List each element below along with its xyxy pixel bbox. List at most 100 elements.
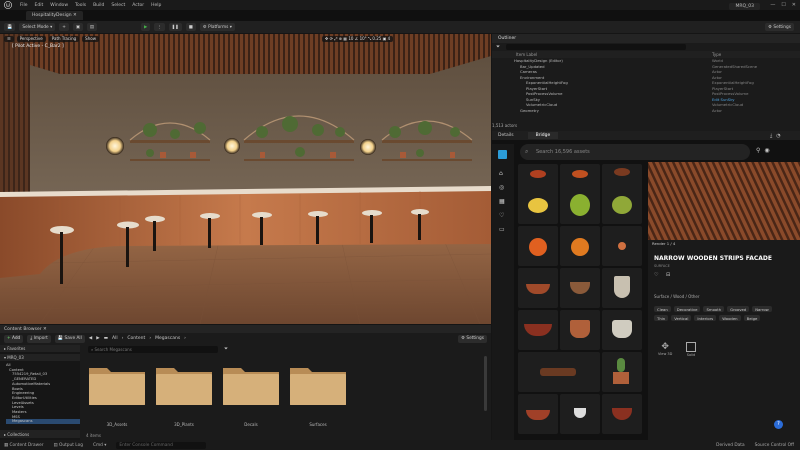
tag-chip[interactable]: Vertical: [671, 315, 692, 321]
level-tab[interactable]: HospitalityDesign ✕: [26, 11, 83, 20]
favorites-header[interactable]: ▸ Favorites: [0, 345, 80, 352]
tag-chip[interactable]: Decorative: [673, 306, 701, 312]
asset-tile[interactable]: [602, 268, 642, 308]
tag-chip[interactable]: Grooved: [727, 306, 750, 312]
filter-icon[interactable]: ⏷: [496, 44, 500, 50]
globe-icon[interactable]: ◎: [499, 184, 504, 191]
breadcrumb-all[interactable]: All: [112, 336, 118, 341]
asset-tile[interactable]: [602, 310, 642, 350]
tab-details[interactable]: Details: [498, 133, 514, 138]
outliner-search-input[interactable]: [506, 44, 687, 50]
unreal-logo-icon[interactable]: [3, 0, 13, 10]
source-control-button[interactable]: Source Control Off: [755, 443, 794, 448]
tab-bridge[interactable]: Bridge: [527, 132, 559, 139]
sequencer-icon[interactable]: ▤: [86, 23, 97, 31]
breadcrumb-megascans[interactable]: Megascans: [155, 336, 180, 341]
asset-tile[interactable]: [560, 226, 600, 266]
asset-tile[interactable]: [518, 268, 558, 308]
asset-tile[interactable]: [518, 184, 558, 224]
folder-tile[interactable]: [155, 364, 213, 406]
menu-edit[interactable]: Edit: [35, 3, 44, 8]
asset-tile[interactable]: [602, 352, 642, 392]
view-3d-button[interactable]: ✥ View 3D: [658, 342, 672, 356]
console-input[interactable]: Enter Console Command: [116, 441, 207, 449]
show-button[interactable]: Show: [82, 35, 99, 42]
tag-chip[interactable]: Interiors: [694, 315, 717, 321]
asset-tile[interactable]: [560, 310, 600, 350]
play-options-icon[interactable]: ⋮: [154, 23, 165, 31]
stop-icon[interactable]: ■: [185, 23, 196, 31]
viewport-menu-icon[interactable]: ☰: [4, 35, 14, 42]
column-type[interactable]: Type: [712, 52, 721, 57]
save-all-button[interactable]: 💾 Save All: [54, 334, 85, 343]
filter-icon[interactable]: ⏷: [224, 346, 228, 352]
tag-chip[interactable]: Beige: [743, 315, 761, 321]
asset-tile[interactable]: [518, 394, 558, 434]
favorite-icon[interactable]: ♡: [654, 272, 658, 278]
cmd-button[interactable]: Cmd ▾: [93, 443, 106, 448]
menu-select[interactable]: Select: [111, 3, 125, 8]
platforms-button[interactable]: ⚙ Platforms ▾: [199, 23, 235, 31]
blueprint-icon[interactable]: ▣: [72, 23, 83, 31]
content-drawer-button[interactable]: ▦ Content Drawer: [4, 443, 44, 448]
output-log-button[interactable]: ▤ Output Log: [54, 443, 83, 448]
tag-chip[interactable]: Wooden: [719, 315, 741, 321]
back-icon[interactable]: ◀: [89, 336, 92, 341]
add-button[interactable]: + Add: [4, 334, 24, 343]
content-browser-tab[interactable]: Content Browser ✕: [0, 325, 491, 333]
asset-tile[interactable]: [518, 226, 558, 266]
monitor-icon[interactable]: ▭: [499, 226, 505, 233]
tag-chip[interactable]: Thin: [654, 315, 669, 321]
minimize-icon[interactable]: —: [770, 2, 775, 8]
maximize-icon[interactable]: ☐: [781, 2, 785, 8]
tag-chip[interactable]: Clean: [654, 306, 671, 312]
transform-tools[interactable]: ✥ ⟳ ⤢ ⊕ ▦ 10 ∠ 10° ⤡ 0.25 ▣ 4: [321, 35, 394, 42]
asset-tile[interactable]: [602, 184, 642, 224]
pause-icon[interactable]: ❚❚: [168, 23, 182, 31]
settings-button[interactable]: ⚙ Settings: [765, 23, 794, 31]
menu-actor[interactable]: Actor: [132, 3, 144, 8]
asset-tile[interactable]: [560, 184, 600, 224]
perspective-button[interactable]: Perspective: [16, 35, 46, 42]
play-icon[interactable]: ▶: [140, 23, 151, 31]
asset-preview-image[interactable]: [648, 162, 800, 240]
folder-tile[interactable]: [88, 364, 146, 406]
tag-chip[interactable]: Smooth: [703, 306, 725, 312]
asset-tile[interactable]: [518, 352, 600, 392]
folder-tile[interactable]: [289, 364, 347, 406]
grid-icon[interactable]: ▦: [499, 198, 505, 205]
menu-tools[interactable]: Tools: [75, 3, 86, 8]
bridge-logo-icon[interactable]: [498, 150, 507, 159]
filter-icon[interactable]: ⚲: [756, 147, 760, 154]
breadcrumb-content[interactable]: Content: [127, 336, 145, 341]
asset-tile[interactable]: [602, 394, 642, 434]
vertical-scrollbar[interactable]: [484, 356, 487, 411]
derived-data-button[interactable]: Derived Data: [716, 443, 744, 448]
home-icon[interactable]: ⌂: [499, 170, 503, 177]
select-mode-button[interactable]: Select Mode ▾: [19, 23, 56, 31]
folder-tile[interactable]: [222, 364, 280, 406]
cb-search-input[interactable]: ⌕ Search Megascans: [88, 346, 218, 353]
heart-icon[interactable]: ♡: [499, 212, 504, 219]
forward-icon[interactable]: ▶: [96, 336, 99, 341]
close-icon[interactable]: ✕: [792, 2, 796, 8]
tree-item[interactable]: Megascans: [6, 419, 80, 425]
collections-header[interactable]: ▸ Collections: [0, 430, 80, 438]
project-root[interactable]: ▾ MRQ_03: [0, 354, 80, 361]
collection-icon[interactable]: ⊟: [666, 272, 670, 278]
add-actor-icon[interactable]: +: [59, 23, 69, 31]
column-item-label[interactable]: Item Label: [492, 52, 537, 57]
bridge-search-input[interactable]: ⌕ Search 16,596 assets: [520, 144, 750, 160]
path-tracing-button[interactable]: Path Tracing: [48, 35, 80, 42]
menu-file[interactable]: File: [20, 3, 28, 8]
asset-tile[interactable]: [560, 268, 600, 308]
tag-chip[interactable]: Narrow: [752, 306, 772, 312]
asset-tile[interactable]: [602, 226, 642, 266]
cb-settings-button[interactable]: ⚙ Settings: [458, 334, 487, 343]
user-icon[interactable]: ◉: [764, 147, 769, 154]
solid-button[interactable]: Solid: [686, 342, 696, 357]
menu-window[interactable]: Window: [50, 3, 68, 8]
asset-tile[interactable]: [518, 310, 558, 350]
save-icon[interactable]: 💾: [4, 23, 16, 31]
menu-help[interactable]: Help: [151, 3, 161, 8]
